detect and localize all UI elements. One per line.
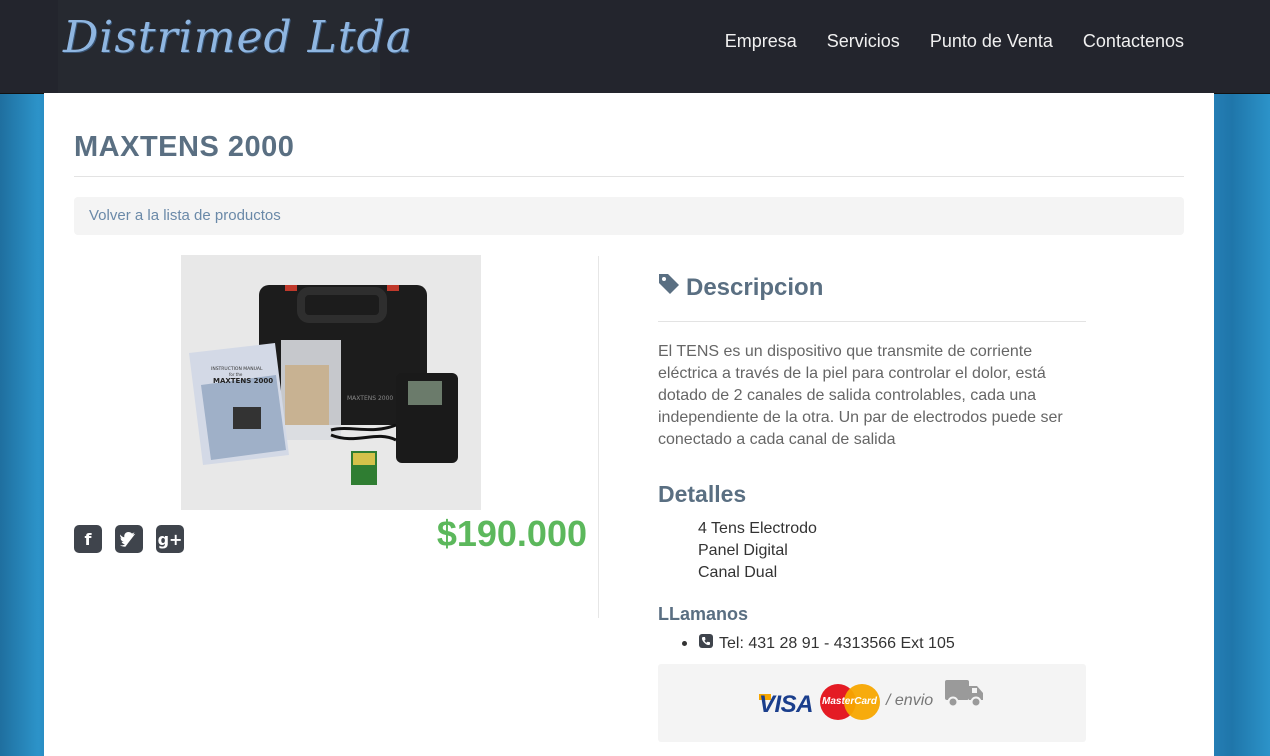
top-navbar: Distrimed Ltda Empresa Servicios Punto d…	[0, 0, 1270, 94]
tag-icon	[658, 273, 680, 302]
nav-item-servicios[interactable]: Servicios	[827, 31, 900, 52]
phone-number: Tel: 431 28 91 - 4313566 Ext 105	[719, 634, 955, 652]
details-heading: Detalles	[658, 481, 747, 507]
nav-item-punto-de-venta[interactable]: Punto de Venta	[930, 31, 1053, 52]
details-item: Canal Dual	[698, 564, 778, 581]
description-text: El TENS es un dispositivo que transmite …	[658, 343, 1063, 448]
main-nav: Empresa Servicios Punto de Venta Contact…	[725, 31, 1184, 52]
svg-text:MAXTENS 2000: MAXTENS 2000	[347, 395, 393, 402]
twitter-icon[interactable]	[115, 525, 143, 553]
details-list: 4 Tens Electrodo Panel Digital Canal Dua…	[698, 518, 817, 584]
mastercard-text: MasterCard	[822, 696, 878, 707]
svg-text:MAXTENS 2000: MAXTENS 2000	[213, 377, 273, 385]
phone-list-item: Tel: 431 28 91 - 4313566 Ext 105	[682, 634, 955, 653]
details-item: Panel Digital	[698, 542, 788, 559]
column-divider	[598, 256, 599, 618]
description-heading: Descripcion	[658, 273, 823, 302]
bullet	[682, 641, 687, 646]
social-share-icons: f g+	[74, 525, 184, 553]
phone-icon	[699, 634, 713, 653]
google-plus-icon[interactable]: g+	[156, 525, 184, 553]
site-logo[interactable]: Distrimed Ltda	[63, 12, 413, 63]
mastercard-logo: MasterCard	[820, 684, 880, 720]
title-divider	[74, 176, 1184, 177]
envio-label: / envio	[886, 692, 934, 709]
product-price: $190.000	[436, 513, 587, 554]
payment-methods-box: VISA MasterCard / envio	[658, 664, 1086, 742]
truck-icon	[945, 676, 985, 715]
back-to-products-link[interactable]: Volver a la lista de productos	[89, 207, 281, 224]
call-heading: LLamanos	[658, 604, 749, 624]
facebook-icon[interactable]: f	[74, 525, 102, 553]
content-panel: MAXTENS 2000 Volver a la lista de produc…	[44, 93, 1214, 756]
page-title: MAXTENS 2000	[74, 131, 295, 163]
details-item: 4 Tens Electrodo	[698, 520, 817, 537]
description-heading-text: Descripcion	[686, 273, 824, 301]
product-image: MAXTENS 2000 INSTRUCTION MANUAL for the …	[181, 255, 481, 510]
breadcrumb: Volver a la lista de productos	[74, 197, 1184, 235]
nav-item-contactenos[interactable]: Contactenos	[1083, 31, 1184, 52]
nav-item-empresa[interactable]: Empresa	[725, 31, 797, 52]
description-divider	[658, 321, 1086, 322]
visa-logo: VISA	[759, 691, 814, 718]
